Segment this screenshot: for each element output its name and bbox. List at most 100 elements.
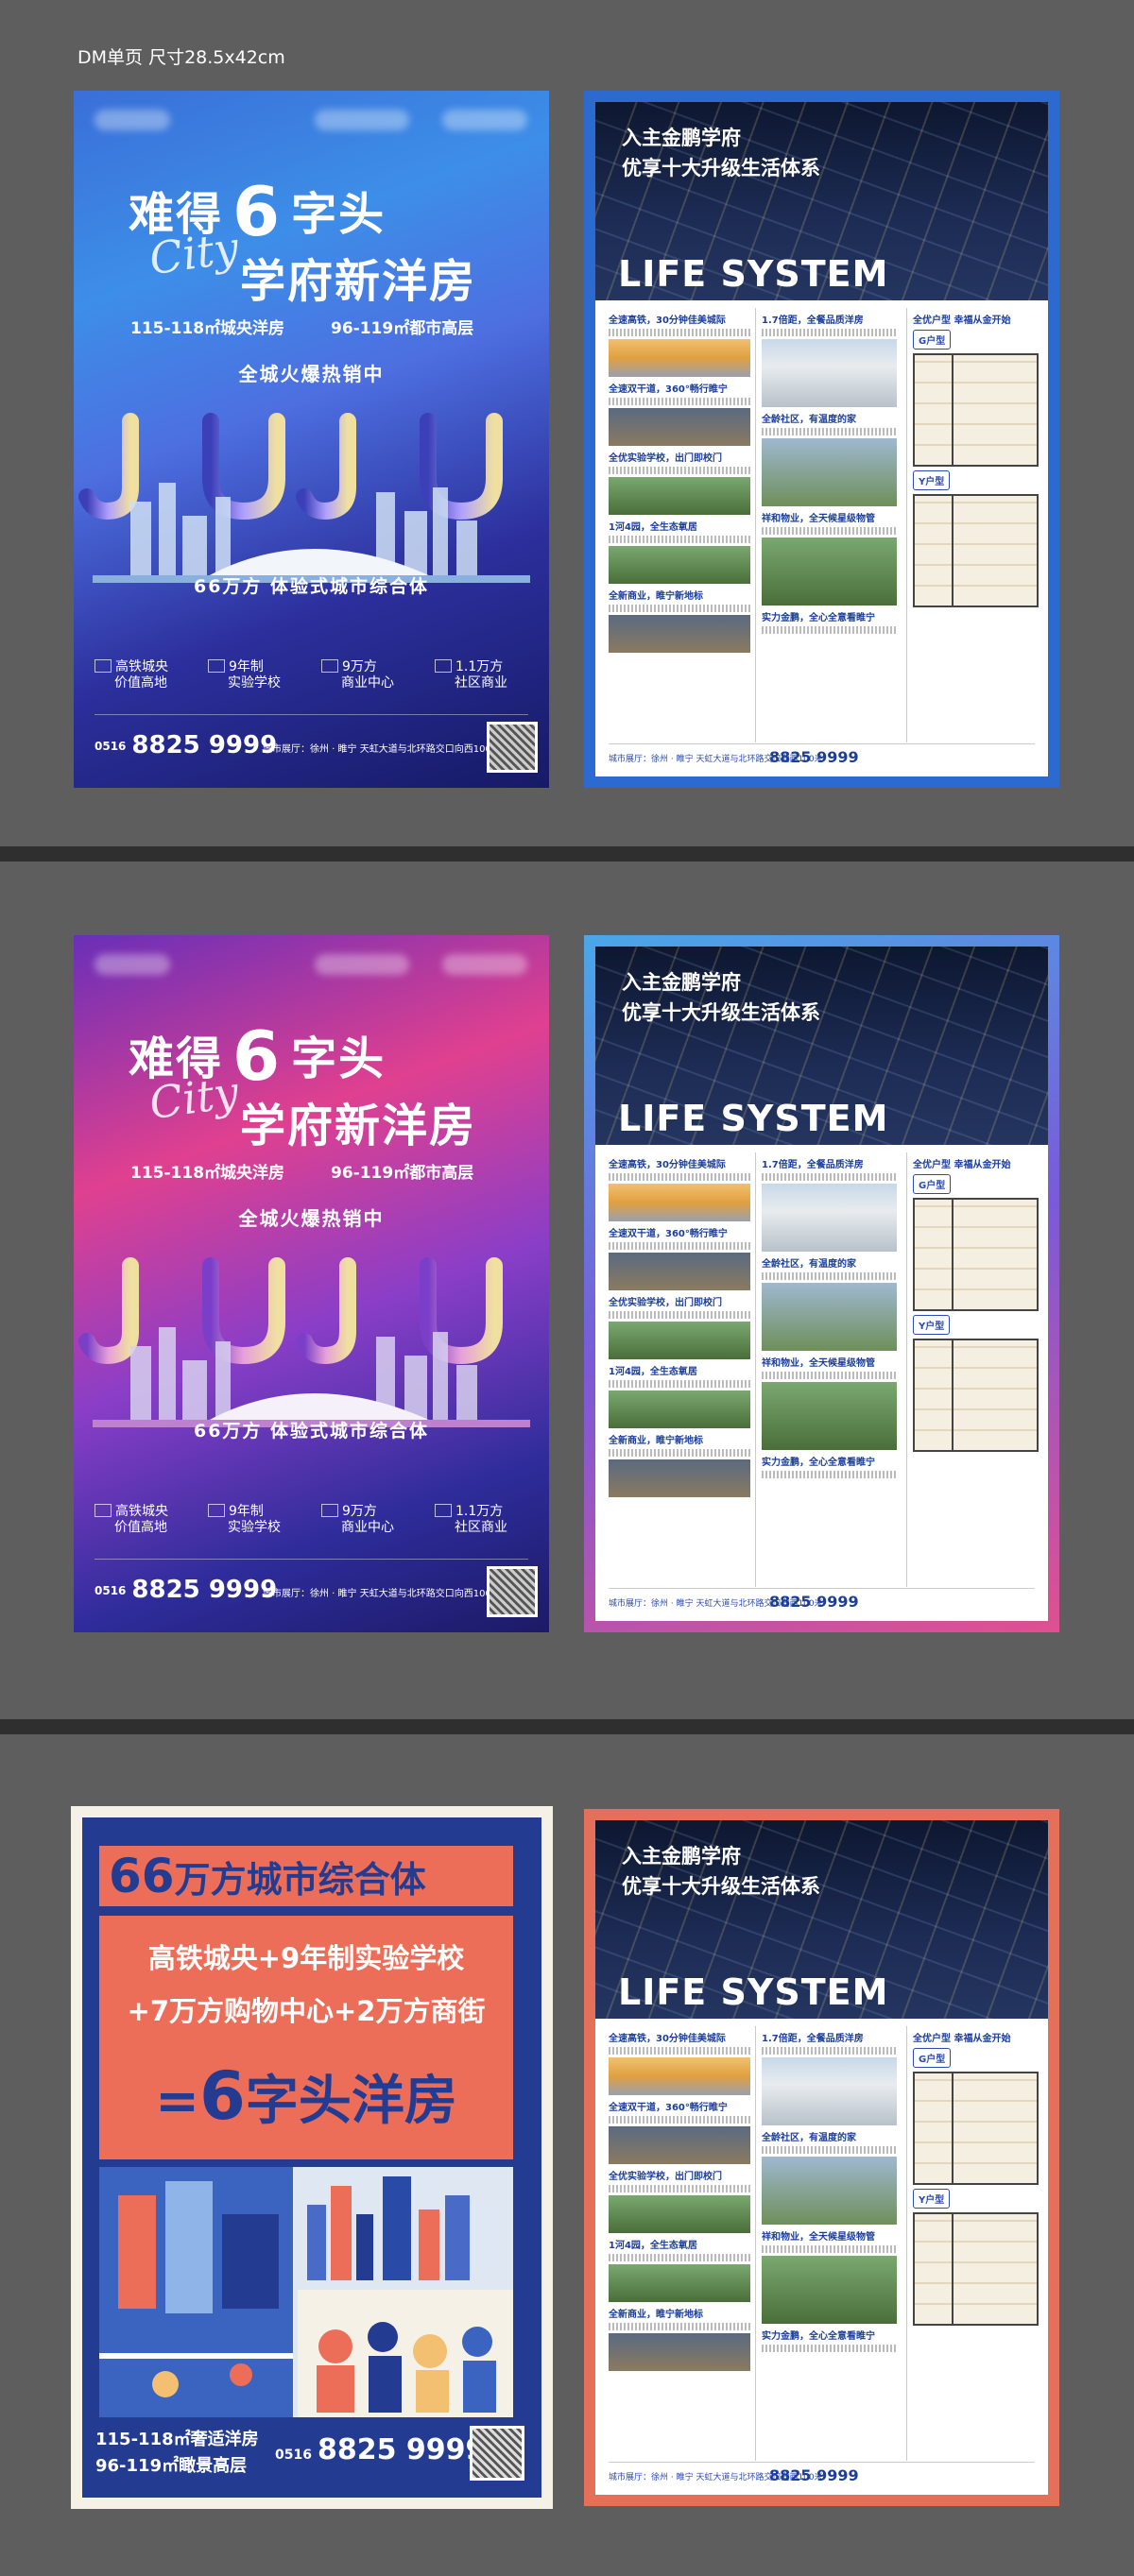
column-2: 1.7倍距，全餐品质洋房 全龄社区，有温度的家 祥和物业，全天候星级物管 实力金…	[755, 2026, 897, 2461]
shop-icon	[435, 1504, 452, 1517]
phone-number[interactable]: 0516 8825 9999	[275, 2433, 485, 2466]
floor-plan-y	[913, 494, 1039, 607]
detail-title-2: 优享十大升级生活体系	[622, 1001, 820, 1024]
script-word: City	[146, 221, 242, 285]
detail-footer: 城市展厅：徐州 · 睢宁 天虹大道与北环路交口向西100米 8825 9999	[609, 1588, 1035, 1612]
headline-line2: 学府新洋房	[240, 255, 477, 308]
poster-pink-cover[interactable]: 难得 6 字头 City 学府新洋房 115-118㎡城央洋房 96-119㎡都市高…	[74, 935, 549, 1632]
life-system-title: LIFE SYSTEM	[618, 1098, 889, 1139]
formula-result: =6字头洋房	[155, 2057, 457, 2135]
poster-inner: 66万方城市综合体 高铁城央+9年制实验学校 +7万方购物中心+2万方商街 =6…	[82, 1817, 541, 2498]
column-1: 全速高铁，30分钟佳美城际 全速双干道，360°畅行睢宁 全优实验学校，出门即校…	[609, 2026, 750, 2461]
poster-blue-detail[interactable]: 入主金鹏学府 优享十大升级生活体系 LIFE SYSTEM 全速高铁，30分钟佳…	[584, 91, 1059, 788]
spec-right: 96-119㎡都市高层	[331, 1164, 474, 1183]
qr-code[interactable]	[470, 2426, 524, 2481]
detail-columns: 全速高铁，30分钟佳美城际 全速双干道，360°畅行睢宁 全优实验学校，出门即校…	[609, 1152, 1039, 1596]
blurred-logo	[315, 110, 409, 130]
item-heading: 全龄社区，有温度的家	[762, 1259, 856, 1270]
column-3: 全优户型 幸福从金开始 G户型 Y户型	[906, 1152, 1039, 1587]
item-heading: 全新商业，睢宁新地标	[609, 591, 703, 602]
detail-columns: 全速高铁，30分钟佳美城际 全速双干道，360°畅行睢宁 全优实验学校，出门即校…	[609, 2026, 1039, 2470]
detail-title-1: 入主金鹏学府	[622, 971, 741, 994]
item-heading: 祥和物业，全天候星级物管	[762, 2232, 875, 2243]
school-icon	[208, 659, 225, 673]
road-photo	[609, 408, 750, 446]
blurred-logo	[442, 110, 527, 130]
plan-badge-g: G户型	[913, 330, 952, 350]
spec-right: 96-119㎡都市高层	[331, 319, 474, 338]
detail-title-2: 优享十大升级生活体系	[622, 1875, 820, 1898]
item-heading: 全新商业，睢宁新地标	[609, 1436, 703, 1446]
divider	[94, 714, 528, 715]
feature-2: 9年制 实验学校	[208, 1504, 281, 1536]
column-1: 全速高铁，30分钟佳美城际 全速双干道，360°畅行睢宁 全优实验学校，出门即校…	[609, 308, 750, 742]
plan-badge-g: G户型	[913, 1174, 952, 1194]
feature-4: 1.1万方 社区商业	[435, 659, 507, 691]
building-icon	[94, 1504, 112, 1517]
park-photo	[609, 546, 750, 584]
item-heading: 祥和物业，全天候星级物管	[762, 1358, 875, 1369]
poster-blue-cover[interactable]: 难得 6 字头 City 学府新洋房 115-118㎡城央洋房 96-119㎡都市高…	[74, 91, 549, 788]
blurred-logo	[315, 954, 409, 975]
formula-line-1: 高铁城央+9年制实验学校	[147, 1942, 465, 1974]
poster-pink-detail[interactable]: 入主金鹏学府 优享十大升级生活体系 LIFE SYSTEM 全速高铁，30分钟佳…	[584, 935, 1059, 1632]
school-photo	[609, 477, 750, 515]
plan-badge-g: G户型	[913, 2048, 952, 2068]
address: 城市展厅：徐州 · 睢宁 天虹大道与北环路交口向西100米	[263, 744, 501, 755]
spec-left: 115-118㎡城央洋房	[130, 1164, 285, 1183]
item-heading: 全龄社区，有温度的家	[762, 415, 856, 425]
item-heading: 祥和物业，全天候星级物管	[762, 514, 875, 524]
poster-illustrated-cover[interactable]: 66万方城市综合体 高铁城央+9年制实验学校 +7万方购物中心+2万方商街 =6…	[71, 1806, 553, 2509]
phone-number[interactable]: 0516 8825 9999	[94, 731, 277, 759]
poster-coral-detail[interactable]: 入主金鹏学府 优享十大升级生活体系 LIFE SYSTEM 全速高铁，30分钟佳…	[584, 1809, 1059, 2506]
feature-2: 9年制 实验学校	[208, 659, 281, 691]
life-system-title: LIFE SYSTEM	[618, 1971, 889, 2013]
item-heading: 全优户型 幸福从金开始	[913, 1160, 1011, 1170]
feature-3: 9万方 商业中心	[321, 659, 394, 691]
feature-3: 9万方 商业中心	[321, 1504, 394, 1536]
item-heading: 1河4园，全生态氧居	[609, 2241, 697, 2251]
road-photo	[609, 1253, 750, 1290]
floor-plan-g	[913, 353, 1039, 467]
train-photo	[609, 2057, 750, 2095]
item-heading: 全速高铁，30分钟佳美城际	[609, 2034, 726, 2044]
floor-plan-y	[913, 1339, 1039, 1452]
floor-plan-g	[913, 2072, 1039, 2185]
house-photo	[762, 2057, 897, 2125]
park-photo	[609, 2264, 750, 2302]
feature-1: 高铁城央 价值高地	[94, 1504, 168, 1536]
item-heading: 全速双干道，360°畅行睢宁	[609, 2103, 728, 2113]
column-3: 全优户型 幸福从金开始 G户型 Y户型	[906, 2026, 1039, 2461]
script-word: City	[146, 1066, 242, 1130]
blurred-logo	[94, 954, 170, 975]
family-photo	[762, 1283, 897, 1351]
road-photo	[609, 2126, 750, 2164]
item-heading: 实力金鹏，全心全意看睢宁	[762, 613, 875, 623]
detail-title-1: 入主金鹏学府	[622, 127, 741, 149]
item-heading: 全优实验学校，出门即校门	[609, 1298, 722, 1308]
house-photo	[762, 339, 897, 407]
house-photo	[762, 1184, 897, 1252]
school-photo	[609, 2195, 750, 2233]
item-heading: 1.7倍距，全餐品质洋房	[762, 2034, 864, 2044]
item-heading: 全新商业，睢宁新地标	[609, 2310, 703, 2320]
section-separator	[0, 1719, 1134, 1734]
detail-title-1: 入主金鹏学府	[622, 1845, 741, 1868]
plan-badge-y: Y户型	[913, 470, 951, 490]
formula-line-2: +7万方购物中心+2万方商街	[127, 1995, 486, 2027]
qr-code[interactable]	[487, 722, 538, 773]
feature-1: 高铁城央 价值高地	[94, 659, 168, 691]
phone-number[interactable]: 0516 8825 9999	[94, 1576, 277, 1604]
spec-left: 115-118㎡城央洋房	[130, 319, 285, 338]
item-heading: 全优户型 幸福从金开始	[913, 2034, 1011, 2044]
item-heading: 全优实验学校，出门即校门	[609, 453, 722, 464]
property-photo	[762, 2256, 897, 2324]
headline-line2: 学府新洋房	[240, 1100, 477, 1152]
item-heading: 全速高铁，30分钟佳美城际	[609, 1160, 726, 1170]
family-photo	[762, 2157, 897, 2225]
qr-code[interactable]	[487, 1566, 538, 1617]
life-system-title: LIFE SYSTEM	[618, 253, 889, 295]
column-1: 全速高铁，30分钟佳美城际 全速双干道，360°畅行睢宁 全优实验学校，出门即校…	[609, 1152, 750, 1587]
item-heading: 实力金鹏，全心全意看睢宁	[762, 1458, 875, 1468]
mall-photo	[609, 615, 750, 653]
